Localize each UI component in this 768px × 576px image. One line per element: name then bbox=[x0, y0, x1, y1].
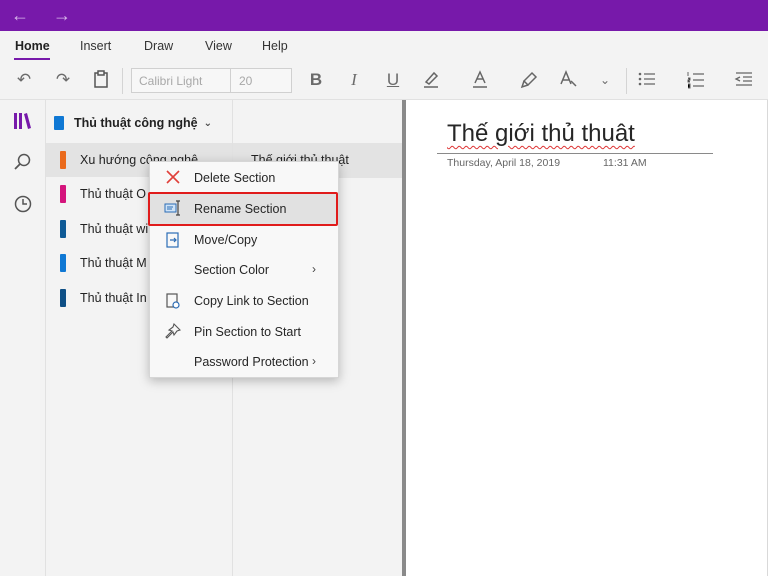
font-color-icon[interactable] bbox=[469, 69, 491, 91]
notebook-switcher[interactable]: Thủ thuật công nghệ ⌄ bbox=[54, 112, 212, 134]
arrow-left-icon[interactable]: ← bbox=[8, 4, 32, 26]
ribbon-tabs: Home Insert Draw View Help bbox=[0, 31, 768, 63]
chevron-right-icon: › bbox=[312, 262, 316, 276]
redo-icon[interactable]: ↷ bbox=[52, 69, 74, 91]
menu-item-label: Delete Section bbox=[194, 171, 276, 185]
chevron-down-icon[interactable]: ⌄ bbox=[594, 69, 616, 91]
bullet-list-icon[interactable] bbox=[636, 69, 658, 91]
delete-x-icon bbox=[164, 169, 182, 187]
tab-help[interactable]: Help bbox=[262, 39, 288, 53]
page-date: Thursday, April 18, 2019 bbox=[447, 157, 561, 169]
section-tab-marker bbox=[60, 254, 66, 272]
styles-icon[interactable] bbox=[557, 69, 579, 91]
bold-icon[interactable]: B bbox=[305, 69, 327, 91]
rename-highlight-box bbox=[148, 192, 338, 226]
menu-item-label: Password Protection bbox=[194, 355, 309, 369]
menu-item-label: Move/Copy bbox=[194, 233, 258, 247]
tab-home[interactable]: Home bbox=[15, 39, 50, 53]
section-tab-marker bbox=[60, 151, 66, 169]
arrow-right-icon[interactable]: → bbox=[50, 4, 74, 26]
toolbar: ↶ ↷ Calibri Light 20 B I U ⌄ bbox=[0, 63, 768, 100]
navigation-rail bbox=[0, 100, 46, 576]
copy-link-icon bbox=[164, 292, 182, 310]
section-tab-marker bbox=[60, 289, 66, 307]
menu-item-password-protection[interactable]: Password Protection › bbox=[150, 347, 338, 377]
section-label: Thủ thuật wi bbox=[80, 222, 149, 236]
outdent-icon[interactable] bbox=[733, 69, 755, 91]
numbered-list-icon[interactable] bbox=[685, 69, 707, 91]
page-title[interactable]: Thế giới thủ thuât bbox=[447, 120, 635, 148]
menu-item-section-color[interactable]: Section Color › bbox=[150, 255, 338, 285]
toolbar-divider bbox=[626, 68, 627, 94]
font-size-field[interactable]: 20 bbox=[231, 68, 292, 93]
notebook-icon bbox=[54, 116, 64, 130]
title-underline bbox=[437, 153, 713, 154]
tab-draw[interactable]: Draw bbox=[144, 39, 173, 53]
clipboard-icon[interactable] bbox=[90, 69, 112, 91]
section-label: Thủ thuật O bbox=[80, 187, 147, 201]
pin-icon bbox=[164, 322, 182, 341]
tab-insert[interactable]: Insert bbox=[80, 39, 111, 53]
section-label: Thủ thuật In bbox=[80, 291, 147, 305]
menu-item-copy-link[interactable]: Copy Link to Section bbox=[150, 286, 338, 316]
section-tab-marker bbox=[60, 185, 66, 203]
format-painter-icon[interactable] bbox=[519, 69, 541, 91]
menu-item-label: Section Color bbox=[194, 263, 270, 277]
search-icon[interactable] bbox=[11, 152, 35, 176]
section-label: Thủ thuật M bbox=[80, 256, 147, 270]
notebook-name: Thủ thuật công nghệ bbox=[74, 116, 198, 130]
tab-view[interactable]: View bbox=[205, 39, 232, 53]
recent-clock-icon[interactable] bbox=[11, 194, 35, 218]
chevron-down-icon: ⌄ bbox=[203, 117, 212, 129]
menu-item-label: Pin Section to Start bbox=[194, 325, 302, 339]
active-tab-indicator bbox=[14, 58, 50, 60]
chevron-right-icon: › bbox=[312, 354, 316, 368]
menu-item-pin-section[interactable]: Pin Section to Start bbox=[150, 317, 338, 347]
undo-icon[interactable]: ↶ bbox=[13, 69, 35, 91]
section-tab-marker bbox=[60, 220, 66, 238]
italic-icon[interactable]: I bbox=[343, 69, 365, 91]
menu-item-delete-section[interactable]: Delete Section bbox=[150, 163, 338, 193]
page-canvas[interactable] bbox=[406, 100, 768, 576]
toolbar-divider bbox=[122, 68, 123, 94]
highlighter-icon[interactable] bbox=[420, 69, 442, 91]
move-copy-icon bbox=[164, 231, 182, 249]
font-name-field[interactable]: Calibri Light bbox=[131, 68, 231, 93]
title-bar: ← → bbox=[0, 0, 768, 31]
menu-item-move-copy[interactable]: Move/Copy bbox=[150, 225, 338, 255]
underline-icon[interactable]: U bbox=[382, 69, 404, 91]
page-time: 11:31 AM bbox=[603, 157, 647, 169]
menu-item-label: Copy Link to Section bbox=[194, 294, 309, 308]
notebooks-icon[interactable] bbox=[11, 110, 35, 134]
